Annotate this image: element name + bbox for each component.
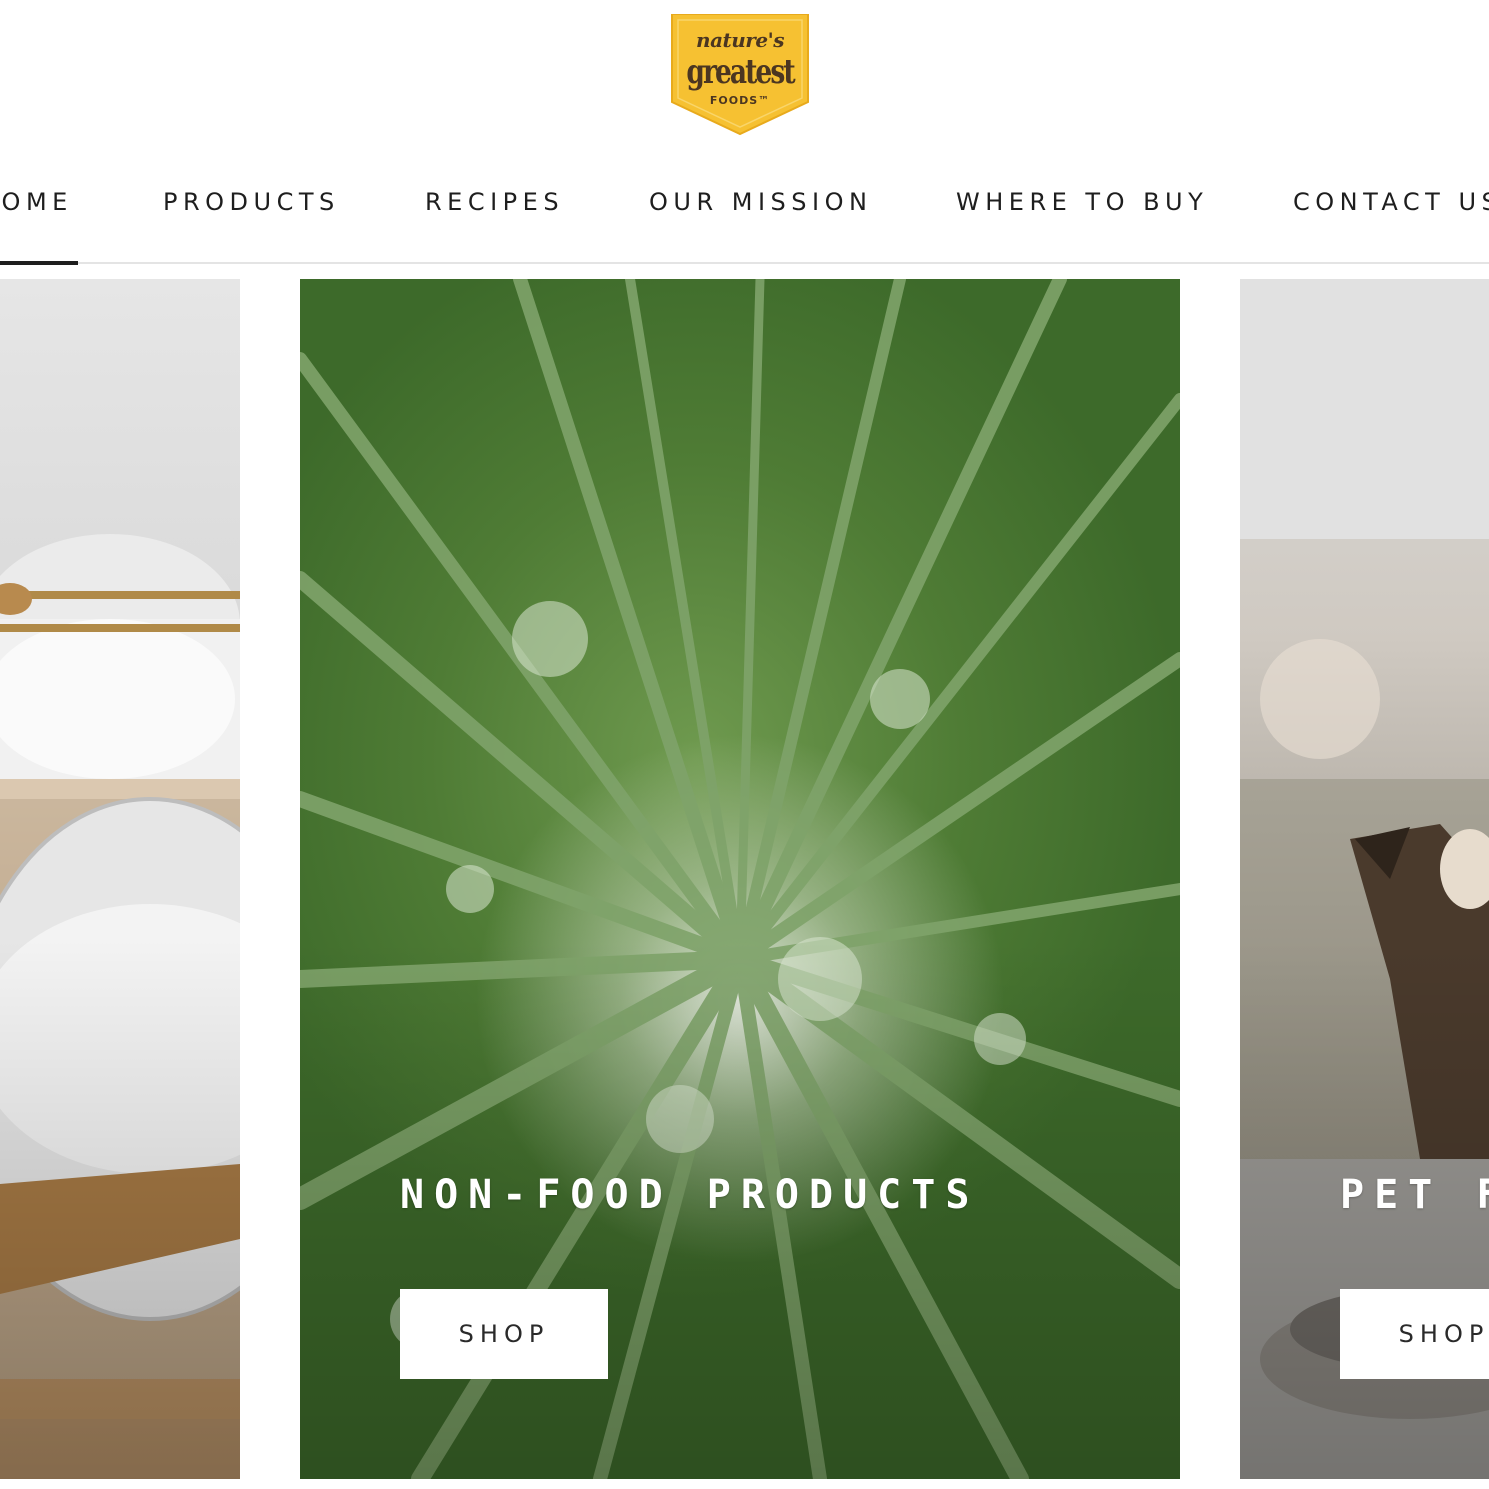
- brand-logo[interactable]: nature's greatest FOODS™: [670, 14, 810, 136]
- nav-item-home[interactable]: HOME: [0, 188, 73, 216]
- shop-button-pet-food[interactable]: SHOP: [1340, 1289, 1489, 1379]
- main-nav: HOME PRODUCTS RECIPES OUR MISSION WHERE …: [0, 188, 1489, 228]
- nav-item-products[interactable]: PRODUCTS: [163, 188, 340, 216]
- category-card-pet-food[interactable]: PET FOOD SHOP: [1240, 279, 1489, 1479]
- category-card-baking[interactable]: [0, 279, 240, 1479]
- shop-button-non-food[interactable]: SHOP: [400, 1289, 608, 1379]
- logo-line-greatest: greatest: [686, 52, 795, 92]
- nav-item-recipes[interactable]: RECIPES: [425, 188, 564, 216]
- nav-active-indicator: [0, 261, 78, 265]
- nav-item-contact-us[interactable]: CONTACT US: [1293, 188, 1489, 216]
- card-title-non-food: NON-FOOD PRODUCTS: [400, 1172, 980, 1218]
- site-header: nature's greatest FOODS™ HOME PRODUCTS R…: [0, 0, 1489, 265]
- nav-item-where-to-buy[interactable]: WHERE TO BUY: [956, 188, 1208, 216]
- logo-line-foods: FOODS™: [709, 94, 771, 107]
- nav-item-our-mission[interactable]: OUR MISSION: [649, 188, 872, 216]
- card-title-pet-food: PET FOOD: [1340, 1172, 1489, 1218]
- category-card-non-food[interactable]: NON-FOOD PRODUCTS SHOP: [300, 279, 1180, 1479]
- baking-ingredients-photo: [0, 534, 240, 1479]
- nav-divider: [0, 262, 1489, 264]
- logo-line-natures: nature's: [696, 28, 784, 52]
